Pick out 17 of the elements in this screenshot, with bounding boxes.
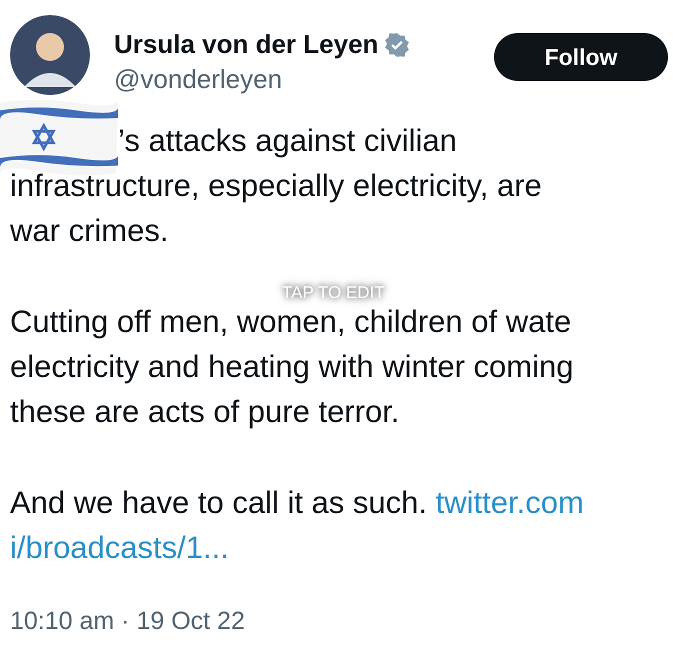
tweet-text: war crimes. [10, 213, 168, 248]
link[interactable]: i/broadcasts/1... [10, 530, 229, 565]
tweet-text: Cutting off men, [10, 304, 228, 339]
author-handle[interactable]: @vonderleyen [114, 64, 494, 95]
author-name[interactable]: Ursula von der Leyen [114, 29, 378, 60]
avatar[interactable] [10, 15, 90, 95]
tweet-text: electricity and heating with winter coming [10, 349, 574, 384]
tweet-text: And we have to call it as such. [10, 485, 428, 520]
edit-hint[interactable]: TAP TO EDIT [282, 283, 385, 303]
tweet-text: women, [236, 304, 346, 339]
tweet-text: these are acts of pure terror. [10, 394, 400, 429]
timestamp: 10:10 am · 19 Oct 22 [9, 607, 245, 636]
tweet-text: ’s attacks against civilian [118, 123, 457, 158]
tweet-text: children of wate [353, 304, 572, 339]
link[interactable]: twitter.com [436, 485, 584, 520]
follow-button[interactable]: Follow [494, 33, 668, 81]
tweet-text: infrastructure, especially electricity, are [10, 168, 542, 203]
